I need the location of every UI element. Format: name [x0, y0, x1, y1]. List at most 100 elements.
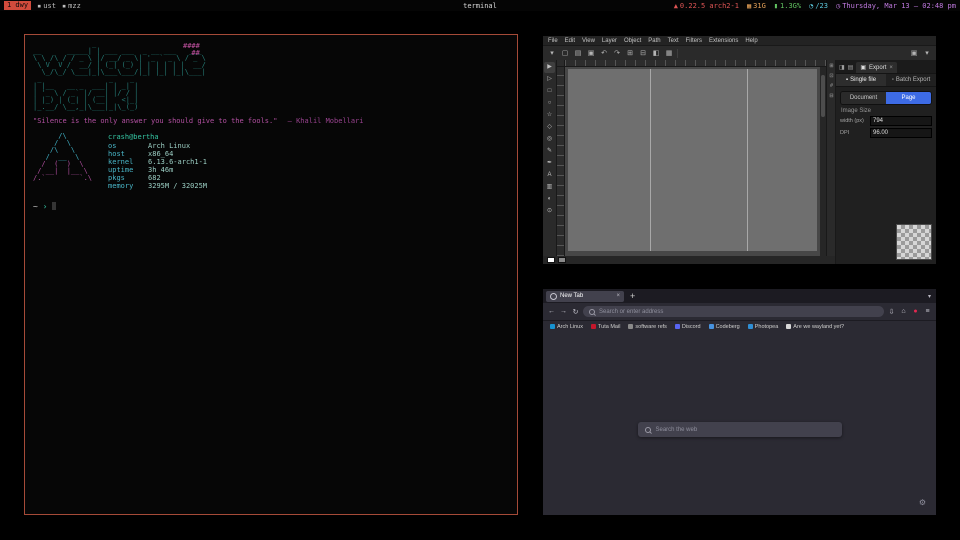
tab-single-file[interactable]: ▪ Single file — [836, 74, 886, 86]
tool-zoom-icon[interactable]: ⊙ — [544, 206, 555, 217]
document-scope-button[interactable]: Document — [841, 92, 886, 104]
tool-style-dropdown-icon[interactable]: ▾ — [547, 49, 557, 57]
bookmark-item[interactable]: Photopea — [748, 324, 779, 330]
url-bar[interactable]: Search or enter address — [583, 306, 884, 317]
bookmark-item[interactable]: Codeberg — [709, 324, 740, 330]
tool-gradient-icon[interactable]: ▥ — [544, 182, 555, 193]
fetch-value: 6.13.6-arch1-1 — [148, 158, 207, 166]
workspace-tag[interactable]: ▪ mzz — [62, 2, 81, 10]
menu-icon[interactable]: ≡ — [923, 308, 932, 316]
tool-spiral-icon[interactable]: ◎ — [544, 134, 555, 145]
shell-prompt[interactable]: ~ › — [33, 202, 509, 211]
recording-indicator-icon[interactable]: ● — [911, 308, 920, 316]
menu-item[interactable]: Path — [648, 38, 660, 44]
inkscape-canvas[interactable] — [565, 67, 826, 256]
close-icon[interactable]: × — [889, 65, 893, 71]
save-icon[interactable]: ▣ — [586, 49, 596, 57]
web-search-input[interactable]: Search the web — [638, 422, 842, 437]
fetch-output: /\ / \ /\ \ / __ \ / ( ) \ / __| |__ \ /… — [33, 133, 509, 190]
snap-grid-icon[interactable]: # — [830, 83, 833, 89]
tool-ellipse-icon[interactable]: ○ — [544, 98, 555, 109]
export-mode-tabs: ▪ Single file ▫ Batch Export — [836, 74, 936, 87]
tool-selector-icon[interactable]: ▶ — [544, 62, 555, 73]
browser-tab[interactable]: New Tab × — [546, 291, 624, 302]
zoom-out-icon[interactable]: ⊟ — [638, 49, 648, 57]
nav-left-icons: ←→↻ — [547, 308, 580, 316]
menu-item[interactable]: File — [548, 38, 558, 44]
guide-line[interactable] — [747, 69, 748, 251]
back-icon[interactable]: ← — [547, 308, 556, 316]
menu-item[interactable]: Object — [624, 38, 641, 44]
inkscape-command-toolbar: ▾▢▤▣↶↷⊞⊟◧▦ ▣▾ — [543, 46, 936, 61]
tab-batch-export[interactable]: ▫ Batch Export — [886, 74, 936, 86]
export-preview-thumbnail — [896, 224, 932, 260]
export-panel-tab[interactable]: ▣ Export × — [856, 62, 897, 73]
tool-dropper-icon[interactable]: ◐ — [544, 194, 555, 205]
page-scope-button[interactable]: Page — [886, 92, 931, 104]
terminal-window[interactable]: _ __ _____| | ___ ___ _ __ ___ ___ \ \ /… — [24, 34, 518, 515]
scrollbar-thumb[interactable] — [821, 75, 825, 117]
dpi-input[interactable]: 96.00 — [870, 128, 932, 138]
workspace-badge[interactable]: 1 dwy — [4, 1, 31, 10]
snap-guide-icon[interactable]: ⊟ — [829, 93, 833, 99]
workspace-tag[interactable]: ▪ ust — [37, 2, 56, 10]
forward-icon[interactable]: → — [559, 308, 568, 316]
ascii-banner: _ __ _____| | ___ ___ _ __ ___ ___ \ \ /… — [33, 41, 509, 111]
tag-label: ust — [43, 2, 56, 10]
home-icon[interactable]: ⌂ — [899, 308, 908, 316]
menu-item[interactable]: Filters — [686, 38, 702, 44]
fetch-value: 3295M / 32025M — [148, 182, 207, 190]
snap-bbox-icon[interactable]: ⊞ — [829, 63, 833, 69]
new-tab-button[interactable]: + — [627, 291, 638, 301]
bookmark-item[interactable]: Discord — [675, 324, 701, 330]
stroke-swatch[interactable] — [558, 257, 566, 263]
fill-swatch[interactable] — [547, 257, 555, 263]
display-mode-icon[interactable]: ▣ — [909, 49, 919, 57]
downloads-icon[interactable]: ⇩ — [887, 308, 896, 316]
zoom-in-icon[interactable]: ⊞ — [625, 49, 635, 57]
quote-text: "Silence is the only answer you should g… — [33, 117, 277, 125]
bookmark-item[interactable]: Arch Linux — [550, 324, 583, 330]
tool-pen-icon[interactable]: ✒ — [544, 158, 555, 169]
menu-item[interactable]: Edit — [565, 38, 575, 44]
tool-star-icon[interactable]: ☆ — [544, 110, 555, 121]
menu-item[interactable]: View — [582, 38, 595, 44]
width-input[interactable]: 794 — [870, 116, 932, 126]
tool-text-icon[interactable]: A — [544, 170, 555, 181]
new-document-icon[interactable]: ▢ — [560, 49, 570, 57]
snap-node-icon[interactable]: ⊡ — [829, 73, 833, 79]
document-properties-icon[interactable]: ◨ — [839, 64, 845, 73]
bookmark-item[interactable]: Are we wayland yet? — [786, 324, 844, 330]
redo-icon[interactable]: ↷ — [612, 49, 622, 57]
menu-item[interactable]: Extensions — [709, 38, 738, 44]
user-host: crash@bertha — [108, 133, 207, 141]
command-toolbar-icons: ▾▢▤▣↶↷⊞⊟◧▦ — [547, 49, 674, 57]
bookmark-label: Photopea — [755, 324, 779, 330]
refresh-icon[interactable]: ↻ — [571, 308, 580, 316]
undo-icon[interactable]: ↶ — [599, 49, 609, 57]
open-document-icon[interactable]: ▤ — [573, 49, 583, 57]
align-icon[interactable]: ▦ — [664, 49, 674, 57]
tool-3dbox-icon[interactable]: ◇ — [544, 122, 555, 133]
bookmark-item[interactable]: software refs — [628, 324, 666, 330]
close-tab-icon[interactable]: × — [616, 293, 620, 299]
menu-item[interactable]: Help — [745, 38, 757, 44]
tool-node-icon[interactable]: ▷ — [544, 74, 555, 85]
layers-panel-icon[interactable]: ▤ — [848, 64, 854, 73]
settings-gear-icon[interactable]: ⚙ — [919, 498, 926, 507]
tab-list-chevron-icon[interactable]: ▾ — [928, 293, 933, 300]
horizontal-ruler[interactable] — [565, 60, 826, 67]
vertical-scrollbar[interactable] — [820, 67, 826, 256]
browser-window: New Tab × + ▾ ←→↻ Search or enter addres… — [543, 289, 936, 515]
canvas-page[interactable] — [568, 69, 817, 251]
menu-item[interactable]: Text — [668, 38, 679, 44]
vertical-ruler[interactable] — [557, 67, 565, 256]
group-icon[interactable]: ◧ — [651, 49, 661, 57]
zoom-dropdown-icon[interactable]: ▾ — [922, 49, 932, 57]
tool-pencil-icon[interactable]: ✎ — [544, 146, 555, 157]
menu-item[interactable]: Layer — [602, 38, 617, 44]
guide-line[interactable] — [650, 69, 651, 251]
bookmark-item[interactable]: Tuta Mail — [591, 324, 620, 330]
fetch-key: host — [108, 150, 148, 158]
tool-rect-icon[interactable]: □ — [544, 86, 555, 97]
